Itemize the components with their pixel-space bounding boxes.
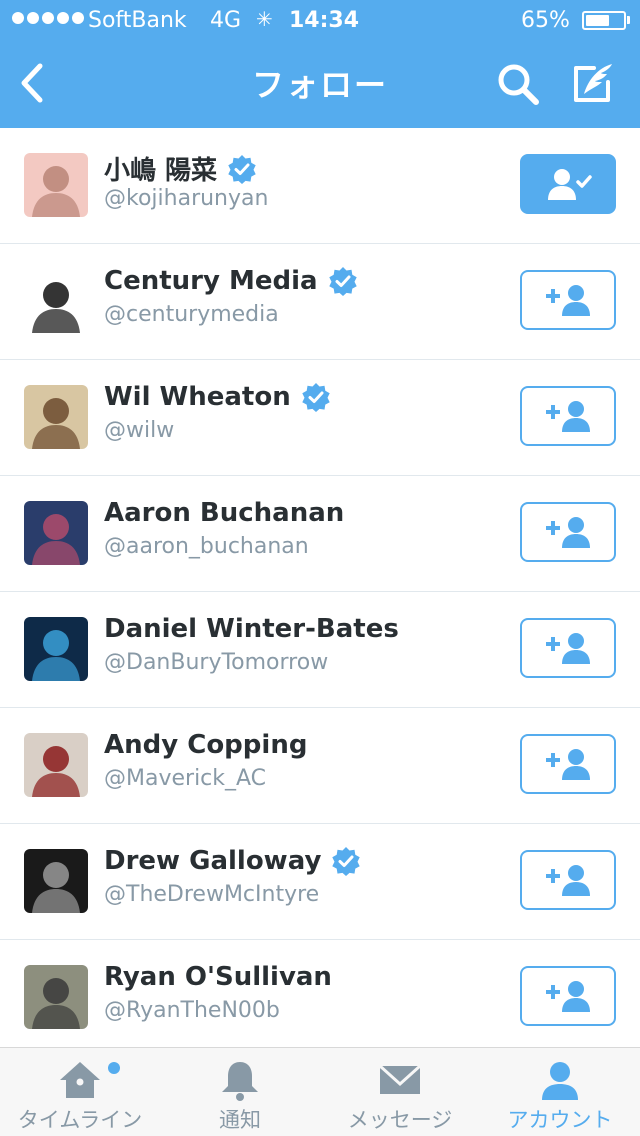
avatar[interactable] [24,269,88,333]
add-user-icon [546,981,590,1012]
avatar[interactable] [24,501,88,565]
signal-strength-icon [12,12,84,24]
user-name: Daniel Winter-Bates [104,614,399,644]
user-row[interactable]: Drew Galloway @TheDrewMcIntyre [0,824,640,940]
carrier-label: SoftBank [88,8,187,33]
user-row[interactable]: Daniel Winter-Bates @DanBuryTomorrow [0,592,640,708]
unread-dot [108,1062,120,1074]
name-line: Century Media [104,266,358,296]
network-activity-icon: ✳ [256,7,273,31]
user-handle: @TheDrewMcIntyre [104,882,320,907]
tab-label: メッセージ [347,1108,453,1132]
avatar[interactable] [24,385,88,449]
network-type: 4G [210,8,242,33]
verified-badge-icon [228,154,256,184]
follow-button[interactable] [520,502,616,562]
add-user-icon [546,633,590,664]
tab-bell[interactable]: 通知 [160,1048,320,1136]
user-handle: @kojiharunyan [104,186,269,211]
home-icon [60,1062,100,1098]
user-handle: @wilw [104,418,175,443]
verified-badge-icon [302,383,330,412]
tab-home[interactable]: タイムライン [0,1048,160,1136]
user-row[interactable]: Aaron Buchanan @aaron_buchanan [0,476,640,592]
user-row[interactable]: Andy Copping @Maverick_AC [0,708,640,824]
user-handle: @aaron_buchanan [104,534,309,559]
user-row[interactable]: 小嶋 陽菜 @kojiharunyan [0,128,640,244]
avatar[interactable] [24,617,88,681]
user-handle: @DanBuryTomorrow [104,650,329,675]
avatar[interactable] [24,153,88,217]
search-button[interactable] [494,60,542,108]
battery-percentage: 65% [521,8,570,33]
avatar[interactable] [24,965,88,1029]
follow-button[interactable] [520,386,616,446]
tab-label: タイムライン [17,1108,143,1132]
name-line: 小嶋 陽菜 [104,150,257,187]
compose-icon [574,64,612,102]
user-name: 小嶋 陽菜 [104,156,218,186]
battery-icon [582,11,626,30]
user-name: Ryan O'Sullivan [104,962,332,992]
envelope-icon [378,1064,422,1094]
add-user-icon [546,285,590,316]
follow-button[interactable] [520,270,616,330]
user-handle: @RyanTheN00b [104,998,280,1023]
user-name: Andy Copping [104,730,308,760]
following-button[interactable] [520,154,616,214]
name-line: Drew Galloway [104,846,361,876]
add-user-icon [546,517,590,548]
compose-button[interactable] [568,58,618,108]
add-user-icon [546,865,590,896]
search-icon [498,64,539,105]
name-line: Ryan O'Sullivan [104,962,332,992]
follow-button[interactable] [520,966,616,1026]
following-list: 小嶋 陽菜 @kojiharunyan Century Media @centurym… [0,128,640,1056]
add-user-icon [546,401,590,432]
user-name: Century Media [104,266,318,296]
tab-label: 通知 [219,1108,261,1132]
avatar[interactable] [24,849,88,913]
verified-badge-icon [328,267,357,296]
user-row[interactable]: Century Media @centurymedia [0,244,640,360]
tab-person[interactable]: アカウント [480,1048,640,1136]
page-title: フォロー [251,66,388,104]
user-name: Aaron Buchanan [104,498,345,528]
top-bar: SoftBank 4G ✳ 14:34 65% フォロー [0,0,640,128]
name-line: Andy Copping [104,730,307,760]
status-time: 14:34 [289,8,360,33]
user-row[interactable]: Wil Wheaton @wilw [0,360,640,476]
status-bar: SoftBank 4G ✳ 14:34 65% [0,0,640,40]
avatar[interactable] [24,733,88,797]
follow-button[interactable] [520,850,616,910]
add-user-icon [546,749,590,780]
tab-envelope[interactable]: メッセージ [320,1048,480,1136]
following-user-icon [548,169,592,200]
user-name: Drew Galloway [104,846,322,876]
user-handle: @Maverick_AC [104,766,267,791]
follow-button[interactable] [520,734,616,794]
person-icon [542,1062,578,1100]
follow-button[interactable] [520,618,616,678]
tab-bar: タイムライン 通知 メッセージ アカウント [0,1047,640,1136]
bell-icon [222,1062,258,1101]
tab-label: アカウント [507,1108,613,1132]
verified-badge-icon [332,847,361,876]
user-row[interactable]: Ryan O'Sullivan @RyanTheN00b [0,940,640,1056]
name-line: Wil Wheaton [104,382,331,412]
name-line: Aaron Buchanan [104,498,344,528]
user-name: Wil Wheaton [104,382,291,412]
user-handle: @centurymedia [104,302,279,327]
name-line: Daniel Winter-Bates [104,614,399,644]
